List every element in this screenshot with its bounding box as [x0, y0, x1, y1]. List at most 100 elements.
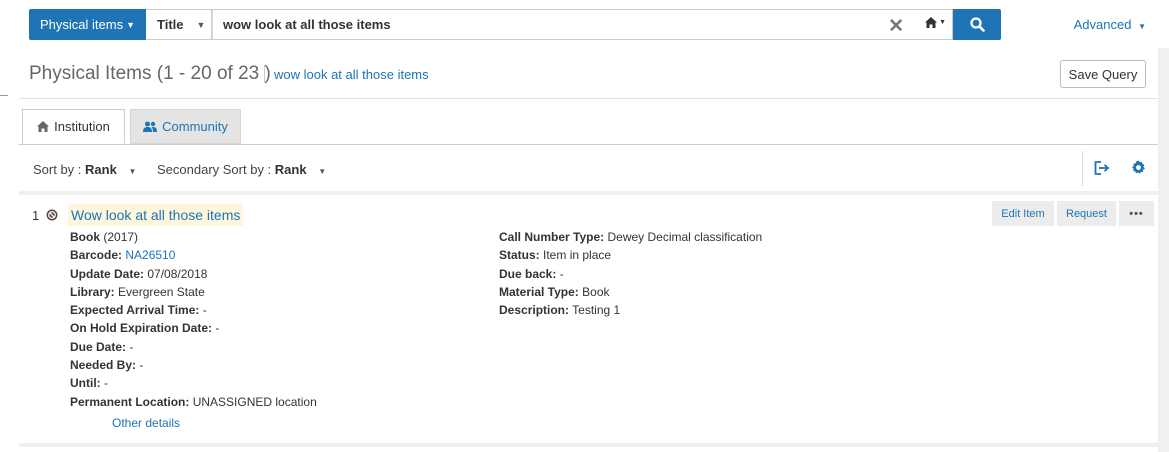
- advanced-label: Advanced: [1073, 17, 1132, 32]
- divider: [0, 95, 8, 96]
- search-bar-area: Physical items ▼ Title ▼ wow look at all…: [0, 0, 1169, 48]
- due-date-value: -: [129, 339, 134, 354]
- search-scope-dropdown[interactable]: Physical items ▼: [29, 9, 146, 40]
- barcode-link[interactable]: NA26510: [125, 248, 175, 262]
- due-back-value: -: [559, 266, 564, 281]
- more-actions-button[interactable]: •••: [1119, 201, 1154, 226]
- status-value: Item in place: [543, 248, 612, 263]
- item-year: (2017): [103, 230, 139, 244]
- save-query-button[interactable]: Save Query: [1060, 60, 1146, 88]
- on-hold-expiration-label: On Hold Expiration Date:: [70, 321, 213, 336]
- description-value: Testing 1: [572, 303, 621, 318]
- permanent-location-value: UNASSIGNED location: [192, 394, 317, 409]
- item-title-link[interactable]: Wow look at all those items: [68, 204, 244, 226]
- clear-search-icon[interactable]: ✕: [888, 15, 904, 38]
- users-icon: [143, 121, 158, 132]
- search-bar: Physical items ▼ Title ▼ wow look at all…: [29, 9, 1001, 40]
- item-type: Book: [70, 230, 100, 244]
- page-title: Physical Items (1 - 20 of 23 ): [29, 63, 271, 84]
- due-date-line: Due Date: -: [70, 338, 317, 356]
- item-details-left: Book (2017) Barcode: NA26510 Update Date…: [70, 228, 317, 411]
- search-input[interactable]: wow look at all those items ✕ ▼: [212, 9, 953, 40]
- sort-bar: Sort by : Rank ▼ Secondary Sort by : Ran…: [19, 145, 1158, 191]
- expected-arrival-value: -: [202, 303, 207, 318]
- result-number: 1: [32, 208, 40, 223]
- until-label: Until:: [70, 376, 101, 391]
- description-line: Description: Testing 1: [499, 301, 762, 319]
- home-icon: [37, 121, 50, 132]
- gear-icon[interactable]: [1131, 160, 1146, 175]
- sort-by-dropdown[interactable]: Sort by : Rank ▼: [33, 162, 136, 177]
- search-field-dropdown[interactable]: Title ▼: [146, 9, 212, 40]
- status-label: Status:: [499, 248, 540, 263]
- edit-item-button[interactable]: Edit Item: [992, 201, 1054, 226]
- left-gutter: [0, 48, 19, 452]
- results-panel: Physical Items (1 - 20 of 23 ) wow look …: [19, 48, 1158, 191]
- export-icon[interactable]: [1094, 161, 1110, 175]
- barcode-line: Barcode: NA26510: [70, 246, 317, 264]
- caret-down-icon: ▼: [126, 19, 135, 30]
- next-result-edge: [19, 447, 1158, 452]
- due-back-label: Due back:: [499, 266, 557, 281]
- request-button[interactable]: Request: [1057, 201, 1116, 226]
- update-date-value: 07/08/2018: [147, 266, 208, 281]
- secondary-sort-dropdown[interactable]: Secondary Sort by : Rank ▼: [157, 162, 326, 177]
- material-type-value: Book: [582, 284, 610, 299]
- result-item: 1 Wow look at all those items Book (2017…: [19, 195, 1158, 443]
- permanent-location-label: Permanent Location:: [70, 394, 190, 409]
- due-date-label: Due Date:: [70, 339, 127, 354]
- description-label: Description:: [499, 303, 570, 318]
- call-number-type-value: Dewey Decimal classification: [607, 230, 763, 244]
- tab-bar: Institution Community: [19, 99, 1158, 145]
- expected-arrival-line: Expected Arrival Time: -: [70, 301, 317, 319]
- results-header: Physical Items (1 - 20 of 23 ) wow look …: [19, 48, 1158, 99]
- item-actions: Edit Item Request •••: [992, 201, 1157, 226]
- tab-label: Institution: [54, 119, 110, 134]
- until-value: -: [104, 376, 108, 391]
- search-icon: [969, 17, 985, 32]
- divider: [264, 65, 265, 83]
- material-type-label: Material Type:: [499, 284, 579, 299]
- divider: [1082, 151, 1083, 186]
- caret-down-icon: ▼: [128, 167, 137, 176]
- tab-community[interactable]: Community: [130, 109, 241, 144]
- expected-arrival-label: Expected Arrival Time:: [70, 303, 200, 318]
- on-hold-expiration-value: -: [215, 321, 220, 336]
- tab-label: Community: [162, 119, 228, 134]
- needed-by-label: Needed By:: [70, 358, 137, 373]
- search-scope-label: Physical items: [40, 17, 124, 32]
- library-label: Library:: [70, 284, 115, 299]
- home-scope-dropdown[interactable]: ▼: [925, 17, 946, 28]
- secondary-sort-label: Secondary Sort by :: [157, 162, 272, 177]
- home-icon: [925, 17, 938, 28]
- item-details-right: Call Number Type: Dewey Decimal classifi…: [499, 228, 762, 319]
- item-type-line: Book (2017): [70, 228, 317, 246]
- caret-down-icon: ▼: [196, 19, 206, 30]
- due-back-line: Due back: -: [499, 265, 762, 283]
- unavailable-icon: [46, 209, 58, 221]
- status-line: Status: Item in place: [499, 246, 762, 264]
- search-button[interactable]: [953, 9, 1001, 40]
- secondary-sort-value: Rank: [274, 162, 307, 177]
- call-number-type-label: Call Number Type:: [499, 230, 605, 244]
- advanced-search-link[interactable]: Advanced ▼: [1074, 17, 1146, 32]
- on-hold-expiration-line: On Hold Expiration Date: -: [70, 319, 317, 337]
- until-line: Until: -: [70, 374, 317, 392]
- search-field-label: Title: [157, 17, 184, 32]
- needed-by-value: -: [139, 358, 144, 373]
- update-date-label: Update Date:: [70, 266, 145, 281]
- sort-by-value: Rank: [85, 162, 117, 177]
- permanent-location-line: Permanent Location: UNASSIGNED location: [70, 393, 317, 411]
- library-value: Evergreen State: [118, 284, 205, 299]
- query-link[interactable]: wow look at all those items: [274, 67, 429, 82]
- sort-by-label: Sort by :: [33, 162, 82, 177]
- update-date-line: Update Date: 07/08/2018: [70, 265, 317, 283]
- other-details-link[interactable]: Other details: [112, 416, 180, 430]
- material-type-line: Material Type: Book: [499, 283, 762, 301]
- library-line: Library: Evergreen State: [70, 283, 317, 301]
- caret-down-icon: ▼: [939, 19, 946, 26]
- call-number-type-line: Call Number Type: Dewey Decimal classifi…: [499, 228, 762, 246]
- caret-down-icon: ▼: [1138, 22, 1146, 31]
- tab-institution[interactable]: Institution: [22, 109, 125, 144]
- caret-down-icon: ▼: [318, 167, 327, 176]
